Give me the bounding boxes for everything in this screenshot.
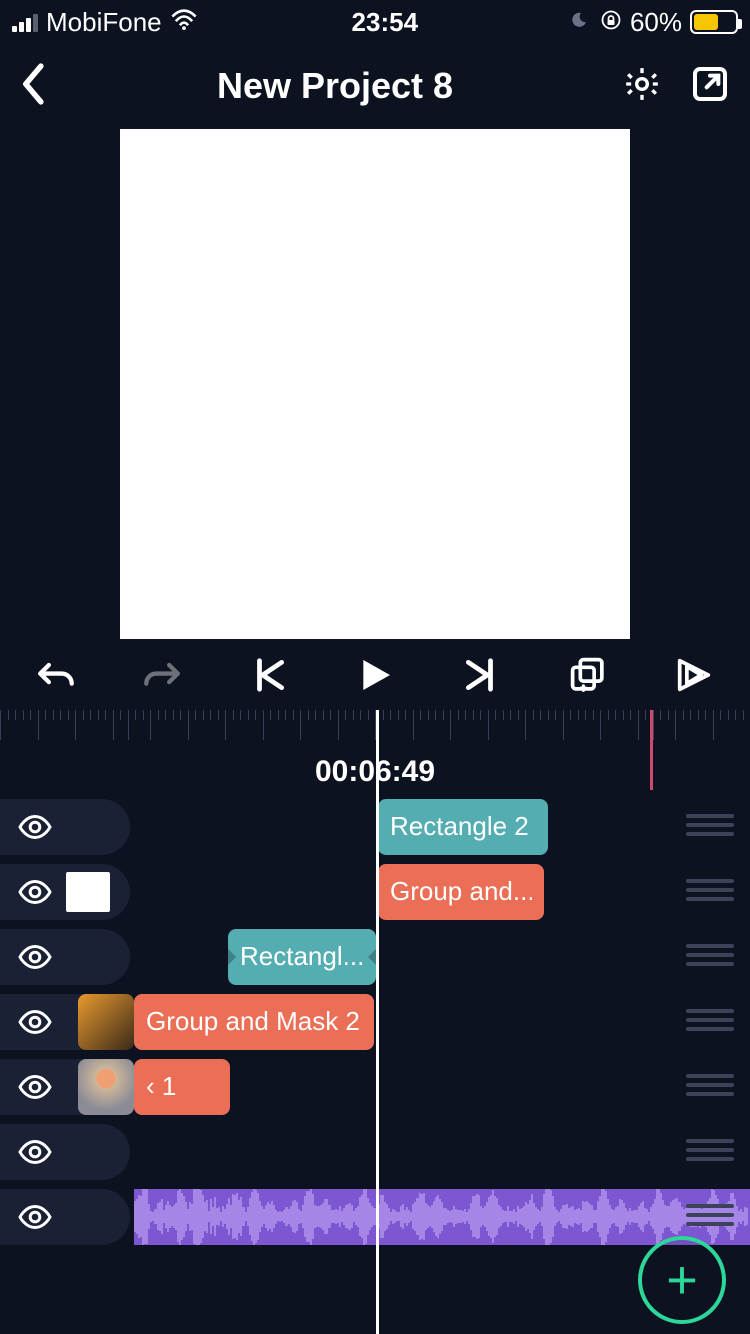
play-button[interactable] bbox=[355, 655, 395, 695]
reorder-handle[interactable] bbox=[686, 814, 734, 838]
clip-label: Group and Mask 2 bbox=[146, 1006, 360, 1037]
track-head[interactable] bbox=[0, 799, 130, 855]
track-row[interactable]: Group and... bbox=[0, 859, 750, 924]
battery-icon bbox=[690, 10, 738, 34]
tracks-area[interactable]: Rectangle 2 Group and... Rectangl... Group … bbox=[0, 794, 750, 1334]
reorder-handle[interactable] bbox=[686, 1009, 734, 1033]
settings-button[interactable] bbox=[622, 64, 662, 109]
clip-label: Rectangle 2 bbox=[390, 811, 529, 842]
layer-thumb bbox=[78, 994, 134, 1050]
layer-thumb bbox=[66, 872, 110, 912]
transport-bar bbox=[0, 640, 750, 710]
clip-label: Group and... bbox=[390, 876, 532, 907]
visibility-toggle[interactable] bbox=[16, 1068, 54, 1106]
plus-icon: + bbox=[666, 1249, 698, 1311]
skip-end-button[interactable] bbox=[461, 655, 501, 695]
visibility-toggle[interactable] bbox=[16, 1003, 54, 1041]
clip-label: Rectangl... bbox=[240, 941, 364, 972]
audio-clip[interactable] bbox=[134, 1189, 750, 1245]
timeline-ruler[interactable] bbox=[0, 710, 750, 750]
reorder-handle[interactable] bbox=[686, 1139, 734, 1163]
clip[interactable]: Rectangle 2 bbox=[378, 799, 548, 855]
track-head[interactable] bbox=[0, 1124, 130, 1180]
signal-icon bbox=[12, 12, 38, 32]
render-button[interactable] bbox=[674, 655, 714, 695]
track-row[interactable]: Rectangl... bbox=[0, 924, 750, 989]
battery-pct: 60% bbox=[630, 7, 682, 38]
moon-icon bbox=[572, 7, 592, 38]
reorder-handle[interactable] bbox=[686, 879, 734, 903]
back-button[interactable] bbox=[20, 62, 48, 111]
playhead[interactable] bbox=[376, 710, 379, 1334]
app-header: New Project 8 bbox=[0, 44, 750, 128]
track-row[interactable]: ‹ 1 bbox=[0, 1054, 750, 1119]
skip-start-button[interactable] bbox=[249, 655, 289, 695]
clip-label: ‹ 1 bbox=[146, 1071, 176, 1102]
visibility-toggle[interactable] bbox=[16, 808, 54, 846]
visibility-toggle[interactable] bbox=[16, 1198, 54, 1236]
timecode: 00:06:49 bbox=[315, 755, 435, 789]
add-button[interactable]: + bbox=[638, 1236, 726, 1324]
layer-thumb bbox=[78, 1059, 134, 1115]
undo-button[interactable] bbox=[36, 655, 76, 695]
track-row[interactable]: Group and Mask 2 bbox=[0, 989, 750, 1054]
battery-level bbox=[694, 14, 718, 30]
reorder-handle[interactable] bbox=[686, 944, 734, 968]
visibility-toggle[interactable] bbox=[16, 873, 54, 911]
track-head[interactable] bbox=[0, 864, 130, 920]
export-button[interactable] bbox=[690, 64, 730, 109]
clip[interactable]: ‹ 1 bbox=[134, 1059, 230, 1115]
track-row[interactable]: Rectangle 2 bbox=[0, 794, 750, 859]
duplicate-button[interactable] bbox=[568, 655, 608, 695]
visibility-toggle[interactable] bbox=[16, 938, 54, 976]
redo-button[interactable] bbox=[142, 655, 182, 695]
canvas[interactable] bbox=[120, 129, 630, 639]
track-head[interactable] bbox=[0, 1189, 130, 1245]
preview-area bbox=[0, 128, 750, 640]
timecode-row: 00:06:49 bbox=[0, 750, 750, 794]
status-time: 23:54 bbox=[352, 7, 419, 38]
wifi-icon bbox=[170, 7, 198, 38]
clip[interactable]: Group and Mask 2 bbox=[134, 994, 374, 1050]
waveform bbox=[134, 1189, 750, 1245]
status-bar: MobiFone 23:54 60% bbox=[0, 0, 750, 44]
lock-rotation-icon bbox=[600, 7, 622, 38]
clip[interactable]: Rectangl... bbox=[228, 929, 376, 985]
track-row[interactable] bbox=[0, 1119, 750, 1184]
project-title: New Project 8 bbox=[48, 65, 622, 107]
clip[interactable]: Group and... bbox=[378, 864, 544, 920]
reorder-handle[interactable] bbox=[686, 1074, 734, 1098]
track-head[interactable] bbox=[0, 929, 130, 985]
track-row[interactable] bbox=[0, 1184, 750, 1249]
carrier-label: MobiFone bbox=[46, 7, 162, 38]
visibility-toggle[interactable] bbox=[16, 1133, 54, 1171]
reorder-handle[interactable] bbox=[686, 1204, 734, 1228]
